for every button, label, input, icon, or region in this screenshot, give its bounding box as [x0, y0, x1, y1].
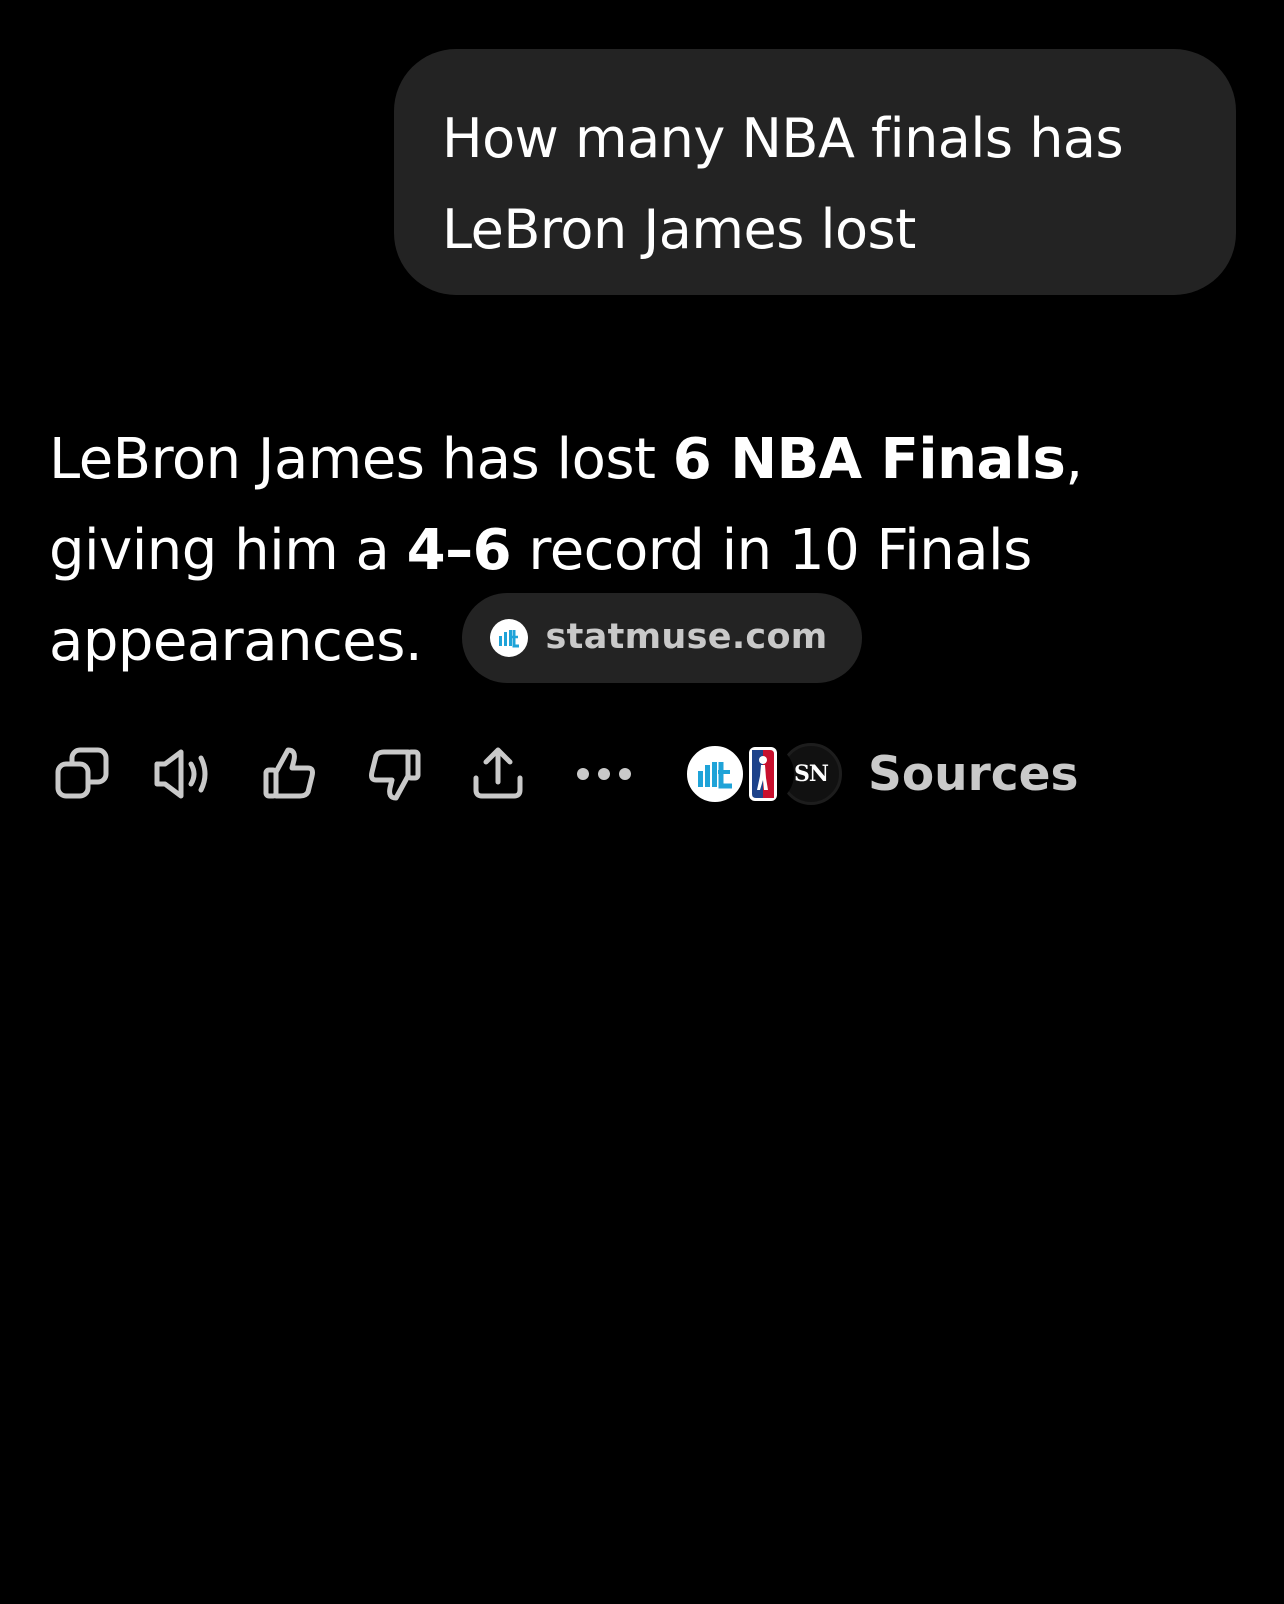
copy-icon: [55, 747, 109, 799]
nba-logo-icon: [749, 747, 777, 801]
thumbs-down-button[interactable]: [360, 740, 428, 808]
statmuse-logo-icon: [489, 618, 528, 657]
more-button[interactable]: [570, 740, 638, 808]
thumbs-up-button[interactable]: [256, 740, 324, 808]
source-chip-label: statmuse.com: [545, 617, 828, 658]
read-aloud-button[interactable]: [151, 740, 219, 808]
thumbs-up-icon: [263, 747, 315, 799]
assistant-answer: LeBron James has lost 6 NBA Finals, givi…: [49, 414, 1239, 687]
speaker-icon: [154, 749, 208, 799]
message-action-bar: SN Sources: [48, 740, 1248, 808]
statmuse-logo-icon: [698, 762, 732, 789]
source-chip-statmuse[interactable]: statmuse.com: [461, 592, 862, 683]
user-message-bubble: How many NBA finals has LeBron James los…: [394, 49, 1236, 295]
share-button[interactable]: [464, 740, 532, 808]
sn-logo-text: SN: [794, 761, 829, 787]
answer-bold-finals-lost: 6 NBA Finals: [672, 427, 1066, 492]
more-icon: [577, 768, 631, 780]
sources-button[interactable]: SN Sources: [684, 740, 1079, 808]
answer-bold-record: 4–6: [406, 518, 512, 583]
statmuse-avatar: [684, 743, 746, 805]
share-icon: [473, 747, 523, 799]
user-message-line-1: How many NBA finals has: [442, 107, 1124, 170]
thumbs-down-icon: [369, 749, 421, 801]
user-message-line-2: LeBron James lost: [442, 198, 916, 261]
copy-button[interactable]: [48, 740, 116, 808]
sources-label: Sources: [868, 746, 1079, 802]
answer-text-1: LeBron James has lost: [49, 427, 673, 492]
